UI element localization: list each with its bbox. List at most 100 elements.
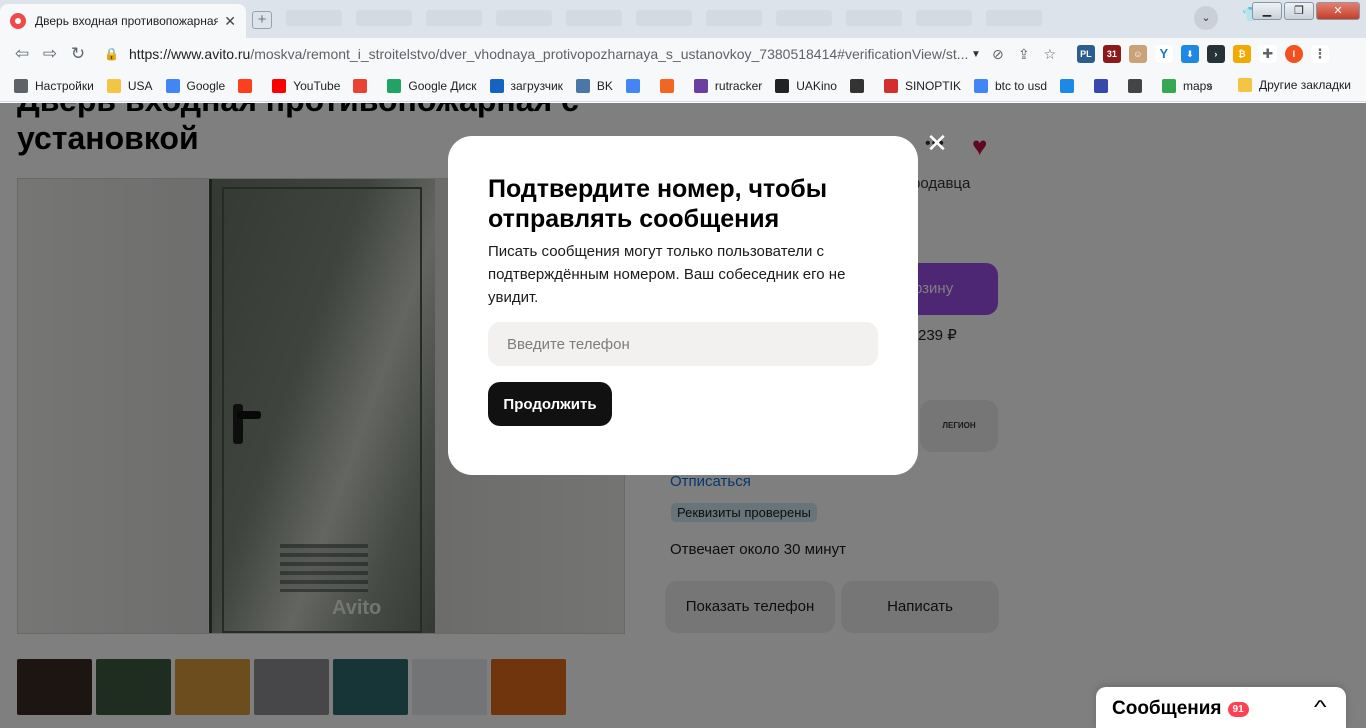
bookmark-item[interactable] [238, 78, 259, 93]
bookmark-item[interactable]: UAKino [775, 78, 837, 93]
tab-search-chevron-icon[interactable]: ⌄ [1194, 6, 1218, 30]
bookmark-label: YouTube [293, 78, 341, 93]
drive-icon [387, 78, 402, 93]
bookmark-item[interactable]: Google Диск [387, 78, 477, 93]
window-controls: ▁ ❐ ✕ [1252, 0, 1360, 22]
background-tab[interactable] [706, 10, 762, 26]
bookmark-item[interactable]: BK [575, 78, 613, 93]
rutracker-icon [693, 78, 708, 93]
background-tab[interactable] [286, 10, 342, 26]
bookmarks-bar: Настройки USA Google YouTube Google Диск загр… [0, 70, 1366, 102]
profile-avatar-icon[interactable]: I [1284, 45, 1303, 63]
bookmark-item[interactable] [849, 78, 871, 93]
phone-input[interactable] [488, 322, 878, 366]
background-tab[interactable] [916, 10, 972, 26]
background-tab[interactable] [636, 10, 692, 26]
chevron-up-icon[interactable]: ^ [1313, 697, 1326, 718]
bookmark-item[interactable]: Google [165, 78, 225, 93]
gmail-icon [353, 78, 368, 93]
bookmark-item[interactable] [1060, 78, 1081, 93]
other-bookmarks-label: Другие закладки [1259, 78, 1351, 92]
url-path: /moskva/remont_i_stroitelstvo/dver_vhodn… [250, 46, 969, 62]
infinity-icon [489, 78, 504, 93]
bc-icon [1128, 78, 1142, 93]
browser-toolbar: ⇦ ⇨ ↻ 🔒 https://www.avito.ru/moskva/remo… [0, 38, 1366, 70]
modal-description: Писать сообщения могут только пользовате… [488, 243, 846, 306]
background-tab[interactable] [426, 10, 482, 26]
extension-terminal-icon[interactable]: › [1206, 45, 1225, 63]
gear-icon [14, 78, 28, 93]
bookmark-item[interactable]: USA [106, 78, 153, 93]
background-tab[interactable] [566, 10, 622, 26]
messages-widget[interactable]: Сообщения 91 ^ [1096, 687, 1346, 728]
bookmark-item[interactable]: Настройки [14, 78, 94, 93]
vk-icon [575, 78, 590, 93]
background-tab[interactable] [356, 10, 412, 26]
new-tab-button[interactable]: + [252, 11, 272, 29]
bookmark-item[interactable] [659, 78, 681, 93]
tab-title: Дверь входная противопожарная [35, 14, 219, 28]
thermometer-icon [883, 78, 898, 93]
extensions-puzzle-icon[interactable]: ✚ [1258, 45, 1277, 63]
extension-bitcoin-icon[interactable]: ₿ [1232, 45, 1251, 63]
page-content: Дверь входная противопожарная с установк… [0, 103, 1366, 728]
bookmark-label: Настройки [35, 78, 94, 93]
bookmark-item[interactable]: YouTube [272, 78, 341, 93]
background-tab[interactable] [986, 10, 1042, 26]
background-tab[interactable] [846, 10, 902, 26]
share-icon[interactable]: ⇪ [1015, 45, 1033, 63]
bookmark-item[interactable] [353, 78, 374, 93]
blocked-cookie-icon[interactable]: ⊘ [989, 45, 1007, 63]
background-tab[interactable] [776, 10, 832, 26]
bookmarks-more-button[interactable]: » [1206, 79, 1213, 93]
bookmark-label: SINOPTIK [904, 78, 961, 93]
youtube-icon [272, 78, 287, 93]
bookmark-label: Google Диск [408, 78, 477, 93]
bookmark-item[interactable]: maps [1162, 78, 1212, 93]
close-window-button[interactable]: ✕ [1316, 2, 1360, 20]
google-icon [165, 78, 180, 93]
extension-y-icon[interactable]: Y [1154, 45, 1173, 63]
reload-icon[interactable]: ↻ [64, 44, 92, 64]
tab-active[interactable]: Дверь входная противопожарная ✕ [0, 4, 246, 38]
url-dropdown-icon[interactable]: ▼ [971, 49, 981, 60]
folder-icon [106, 78, 121, 93]
bookmark-label: btc to usd [994, 78, 1047, 93]
yandex-icon [238, 78, 253, 93]
extension-pl-icon[interactable]: PL [1076, 45, 1095, 63]
menu-kebab-icon[interactable]: ⋮ [1310, 45, 1329, 63]
bookmark-item[interactable]: btc to usd [973, 78, 1047, 93]
bookmark-item[interactable] [1128, 78, 1149, 93]
lock-icon[interactable]: 🔒 [104, 47, 119, 61]
bookmark-item[interactable]: rutracker [693, 78, 762, 93]
folder-icon [1238, 78, 1252, 92]
background-tab[interactable] [496, 10, 552, 26]
avito-favicon-icon [10, 13, 26, 29]
close-icon[interactable]: ✕ [926, 130, 948, 156]
forward-arrow-icon[interactable]: ⇨ [36, 44, 64, 64]
bookmark-star-icon[interactable]: ☆ [1041, 45, 1059, 63]
other-bookmarks[interactable]: Другие закладки [1238, 78, 1351, 92]
translate-icon [625, 78, 640, 93]
bookmark-label: USA [127, 78, 153, 93]
maximize-button[interactable]: ❐ [1284, 2, 1314, 20]
bookmark-item[interactable] [1094, 78, 1115, 93]
browser-tab-bar: Дверь входная противопожарная ✕ + ⌄ 👕 ▁ … [0, 0, 1366, 38]
arrow-icon [1094, 78, 1108, 93]
minimize-button[interactable]: ▁ [1252, 2, 1282, 20]
bookmark-label: загрузчик [510, 78, 563, 93]
tab-close-icon[interactable]: ✕ [224, 13, 236, 30]
bookmark-label: UAKino [796, 78, 837, 93]
continue-button[interactable]: Продолжить [488, 382, 612, 426]
bookmark-item[interactable]: загрузчик [489, 78, 563, 93]
google-icon [973, 78, 988, 93]
bookmark-label: BK [596, 78, 613, 93]
bookmark-item[interactable] [625, 78, 647, 93]
bookmark-item[interactable]: SINOPTIK [883, 78, 961, 93]
extension-calendar-icon[interactable]: 31 [1102, 45, 1121, 63]
address-bar[interactable]: https://www.avito.ru/moskva/remont_i_str… [129, 46, 969, 62]
back-arrow-icon[interactable]: ⇦ [8, 44, 36, 64]
extension-download-icon[interactable]: ⬇ [1180, 45, 1199, 63]
extension-face-icon[interactable]: ☺ [1128, 45, 1147, 63]
modal-title: Подтвердите номер, чтобы отправлять сооб… [488, 175, 828, 233]
